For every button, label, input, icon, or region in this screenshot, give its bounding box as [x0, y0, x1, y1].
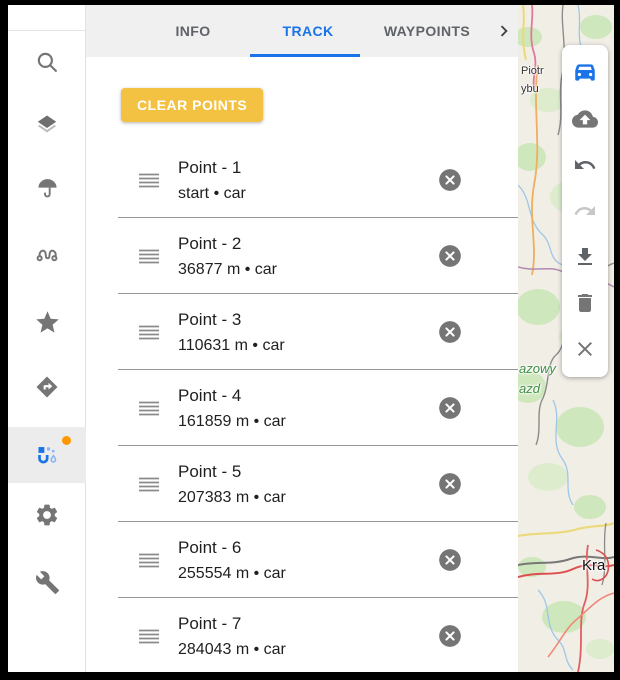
- sidebar-item-precipitation[interactable]: [8, 160, 86, 216]
- point-title: Point - 6: [178, 535, 286, 561]
- delete-circle-icon: [437, 623, 463, 649]
- point-row: Point - 6 255554 m • car: [86, 522, 518, 598]
- sidebar-item-directions[interactable]: [8, 359, 86, 415]
- delete-circle-icon: [437, 243, 463, 269]
- point-subtitle: start • car: [178, 181, 246, 206]
- sidebar-item-favorites[interactable]: [8, 294, 86, 350]
- track-editor-icon: [34, 442, 61, 469]
- drag-handle-icon[interactable]: [138, 477, 160, 492]
- clear-points-button[interactable]: CLEAR POINTS: [121, 88, 263, 122]
- sidebar-item-search[interactable]: [8, 34, 86, 90]
- point-title: Point - 4: [178, 383, 286, 409]
- gear-icon: [34, 502, 60, 528]
- tab-waypoints[interactable]: WAYPOINTS: [378, 5, 476, 57]
- directions-icon: [34, 374, 60, 400]
- delete-circle-icon: [437, 319, 463, 345]
- delete-circle-icon: [437, 167, 463, 193]
- sidebar-item-tracks[interactable]: [8, 225, 86, 281]
- point-row: Point - 2 36877 m • car: [86, 218, 518, 294]
- point-subtitle: 284043 m • car: [178, 637, 286, 662]
- track-edit-toolbar: [562, 45, 608, 377]
- point-subtitle: 207383 m • car: [178, 485, 286, 510]
- umbrella-icon: [35, 176, 60, 201]
- point-title: Point - 7: [178, 611, 286, 637]
- point-subtitle: 36877 m • car: [178, 257, 277, 282]
- point-title: Point - 2: [178, 231, 277, 257]
- track-panel: INFO TRACK WAYPOINTS CLEAR POINTS Point …: [86, 5, 518, 672]
- undo-button[interactable]: [562, 142, 608, 188]
- wrench-icon: [35, 570, 60, 595]
- delete-circle-icon: [437, 395, 463, 421]
- delete-point-button[interactable]: [437, 471, 463, 497]
- point-title: Point - 3: [178, 307, 285, 333]
- delete-track-button[interactable]: [562, 280, 608, 326]
- point-subtitle: 161859 m • car: [178, 409, 286, 434]
- sidebar-divider: [8, 30, 85, 31]
- point-info: Point - 5 207383 m • car: [178, 459, 286, 510]
- drag-handle-icon[interactable]: [138, 173, 160, 188]
- point-info: Point - 6 255554 m • car: [178, 535, 286, 586]
- point-title: Point - 5: [178, 459, 286, 485]
- close-toolbar-button[interactable]: [562, 326, 608, 372]
- notification-badge: [62, 436, 71, 445]
- search-icon: [34, 49, 60, 75]
- point-info: Point - 7 284043 m • car: [178, 611, 286, 662]
- drag-handle-icon[interactable]: [138, 325, 160, 340]
- point-row: Point - 5 207383 m • car: [86, 446, 518, 522]
- tabs-overflow-button[interactable]: [490, 5, 518, 57]
- delete-point-button[interactable]: [437, 623, 463, 649]
- tab-track[interactable]: TRACK: [277, 5, 340, 57]
- delete-circle-icon: [437, 547, 463, 573]
- close-icon: [573, 337, 597, 361]
- point-row: Point - 3 110631 m • car: [86, 294, 518, 370]
- drag-handle-icon[interactable]: [138, 629, 160, 644]
- point-title: Point - 1: [178, 155, 246, 181]
- point-subtitle: 110631 m • car: [178, 333, 285, 358]
- point-row: Point - 1 start • car: [86, 142, 518, 218]
- point-info: Point - 4 161859 m • car: [178, 383, 286, 434]
- delete-point-button[interactable]: [437, 547, 463, 573]
- tab-info[interactable]: INFO: [169, 5, 216, 57]
- sidebar-item-layers[interactable]: [8, 97, 86, 153]
- delete-circle-icon: [437, 471, 463, 497]
- route-icon: [34, 240, 60, 266]
- undo-icon: [573, 153, 597, 177]
- point-info: Point - 3 110631 m • car: [178, 307, 285, 358]
- drag-handle-icon[interactable]: [138, 249, 160, 264]
- point-info: Point - 2 36877 m • car: [178, 231, 277, 282]
- sidebar-item-settings[interactable]: [8, 487, 86, 543]
- cloud-upload-icon: [572, 106, 598, 132]
- redo-icon: [573, 199, 597, 223]
- sidebar-item-track-editor[interactable]: [8, 427, 86, 483]
- download-icon: [573, 245, 597, 269]
- point-subtitle: 255554 m • car: [178, 561, 286, 586]
- left-sidebar: [8, 5, 86, 672]
- vehicle-profile-button[interactable]: [562, 50, 608, 96]
- point-row: Point - 4 161859 m • car: [86, 370, 518, 446]
- active-tab-underline: [250, 54, 360, 57]
- point-info: Point - 1 start • car: [178, 155, 246, 206]
- points-list: Point - 1 start • car Point - 2 36877 m …: [86, 142, 518, 672]
- drag-handle-icon[interactable]: [138, 401, 160, 416]
- trash-icon: [573, 291, 597, 315]
- upload-track-button[interactable]: [562, 96, 608, 142]
- layers-icon: [34, 112, 60, 138]
- delete-point-button[interactable]: [437, 167, 463, 193]
- download-track-button[interactable]: [562, 234, 608, 280]
- app-frame: Piotr ybu azowy azd Kra: [8, 5, 614, 672]
- chevron-right-icon: [493, 20, 515, 42]
- drag-handle-icon[interactable]: [138, 553, 160, 568]
- point-row: Point - 7 284043 m • car: [86, 598, 518, 672]
- car-icon: [572, 60, 598, 86]
- tab-bar: INFO TRACK WAYPOINTS: [86, 5, 518, 57]
- sidebar-item-tools[interactable]: [8, 554, 86, 610]
- redo-button[interactable]: [562, 188, 608, 234]
- star-icon: [34, 309, 61, 336]
- delete-point-button[interactable]: [437, 319, 463, 345]
- delete-point-button[interactable]: [437, 395, 463, 421]
- delete-point-button[interactable]: [437, 243, 463, 269]
